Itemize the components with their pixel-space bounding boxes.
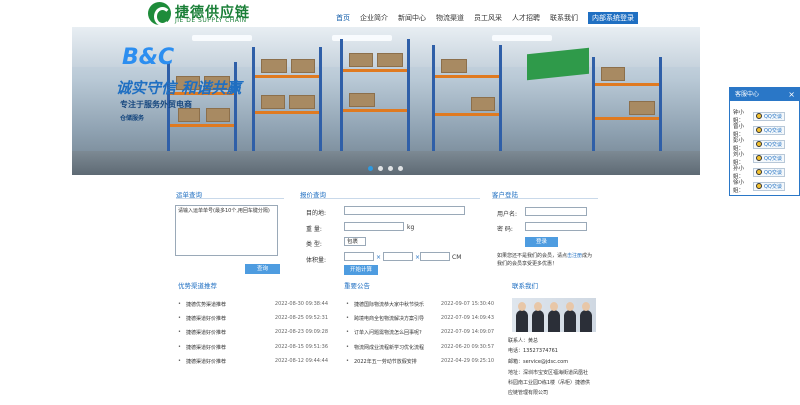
qq-chat-button[interactable]: QQ交谈 xyxy=(753,125,785,135)
warehouse-rack xyxy=(340,39,410,157)
nav-channels[interactable]: 物流渠道 xyxy=(436,13,464,23)
username-label: 用户名: xyxy=(497,211,518,218)
contact-title: 联系我们 xyxy=(512,282,538,290)
volume-width-input[interactable] xyxy=(383,252,413,261)
waybill-query-button[interactable]: 查询 xyxy=(245,264,280,274)
volume-label: 体积量: xyxy=(306,257,327,264)
carousel-dot[interactable] xyxy=(378,166,383,171)
banner-subtitle-2: 仓储服务 xyxy=(120,115,145,122)
logo-mark-icon xyxy=(148,2,171,26)
password-input[interactable] xyxy=(525,222,587,231)
customer-login-button[interactable]: 登录 xyxy=(525,237,558,247)
channel-item[interactable]: • 捷德渠道好价推荐 2022-08-23 09:09:28 xyxy=(178,327,328,337)
contact-address-line: 科园南工业园D栋1楼（吊柜）捷德供 xyxy=(508,380,591,386)
warehouse-rack xyxy=(252,47,322,157)
qq-chat-button[interactable]: QQ交谈 xyxy=(753,139,785,149)
qq-chat-button[interactable]: QQ交谈 xyxy=(753,181,785,191)
contact-email[interactable]: 邮箱：service@jdsc.com xyxy=(508,358,568,365)
hero-banner[interactable]: B&C 诚实守信 和谐共赢 专注于服务外贸电商 仓储服务 xyxy=(72,27,700,175)
password-label: 密 码: xyxy=(497,226,513,233)
type-select[interactable]: 包裹 xyxy=(344,237,366,246)
register-note-prefix: 如果您还不是我们的会员，请点 xyxy=(497,253,568,259)
internal-login-button[interactable]: 内部系统登录 xyxy=(588,12,638,24)
channel-item[interactable]: • 捷德优势渠道推荐 2022-08-30 09:38:44 xyxy=(178,299,328,309)
nav-about[interactable]: 企业简介 xyxy=(360,13,388,23)
site-header: 捷德供应链 JIE DE SUPPLY CHAIN 首页 企业简介 新闻中心 物… xyxy=(0,0,800,27)
carousel-dot[interactable] xyxy=(388,166,393,171)
channel-item[interactable]: • 捷德渠道好价推荐 2022-08-25 09:52:31 xyxy=(178,313,328,323)
carousel-dot[interactable] xyxy=(368,166,373,171)
times-sign: × xyxy=(376,254,382,261)
qq-chat-button[interactable]: QQ交谈 xyxy=(753,167,785,177)
notice-item[interactable]: • 物流网成业流程新学习优化流程 2022-06-20 09:30:57 xyxy=(346,342,494,352)
volume-length-input[interactable] xyxy=(344,252,374,261)
logo-english-name: JIE DE SUPPLY CHAIN xyxy=(175,17,247,24)
type-label: 类 型: xyxy=(306,241,322,248)
ceiling-light xyxy=(492,35,552,41)
service-header: 客服中心 × xyxy=(730,88,799,101)
service-title: 客服中心 xyxy=(735,91,760,98)
nav-news[interactable]: 新闻中心 xyxy=(398,13,426,23)
notice-item[interactable]: • 订单入问题需物流怎么回事呢? 2022-07-09 14:09:07 xyxy=(346,327,494,337)
nav-home[interactable]: 首页 xyxy=(336,13,350,23)
warehouse-rack xyxy=(592,57,662,157)
qq-chat-button[interactable]: QQ交谈 xyxy=(753,111,785,121)
register-note: 如果您还不是我们的会员，请点击注册成为我们的会员享受更多优惠！ xyxy=(497,252,597,268)
qq-icon xyxy=(756,113,762,119)
notice-item[interactable]: • 2022年五一劳动节放假安排 2022-04-29 09:25:10 xyxy=(346,356,494,366)
notices-title: 重要公告 xyxy=(344,282,370,290)
main-nav: 首页 企业简介 新闻中心 物流渠道 员工风采 人才招聘 联系我们 内部系统登录 xyxy=(336,12,638,24)
qq-chat-button[interactable]: QQ交谈 xyxy=(753,153,785,163)
ceiling-light xyxy=(192,35,252,41)
close-icon[interactable]: × xyxy=(788,88,795,101)
contact-staff-photo xyxy=(512,298,596,332)
waybill-input[interactable]: 请输入运单单号(最多10个,用回车键分隔) xyxy=(175,205,278,256)
calculate-button[interactable]: 开始计算 xyxy=(344,265,378,275)
nav-contact[interactable]: 联系我们 xyxy=(550,13,578,23)
site-logo[interactable]: 捷德供应链 JIE DE SUPPLY CHAIN xyxy=(148,2,288,26)
banner-floor xyxy=(72,151,700,175)
qq-icon xyxy=(756,183,762,189)
customer-login-title: 客户登陆 xyxy=(492,189,598,199)
volume-unit: CM xyxy=(452,254,462,261)
qq-icon xyxy=(756,169,762,175)
channel-item[interactable]: • 捷德渠道好价推荐 2022-08-12 09:44:44 xyxy=(178,356,328,366)
warehouse-rack xyxy=(432,45,502,157)
customer-service-widget: 客服中心 × 钟小姐： QQ交谈 曾小姐： QQ交谈 彭小姐： QQ交谈 刘小姐… xyxy=(729,87,800,196)
weight-input[interactable] xyxy=(344,222,404,231)
contact-address-line: 应链管理有限公司 xyxy=(508,390,549,396)
qq-icon xyxy=(756,141,762,147)
username-input[interactable] xyxy=(525,207,587,216)
banner-slogan: 诚实守信 和谐共赢 xyxy=(116,79,242,97)
contact-person: 联系人：黄总 xyxy=(508,338,539,344)
carousel-dots xyxy=(368,166,403,171)
qq-icon xyxy=(756,127,762,133)
carousel-dot[interactable] xyxy=(398,166,403,171)
service-agent-row: 徐小姐： QQ交谈 xyxy=(733,178,785,194)
weight-unit: kg xyxy=(407,224,415,231)
destination-input[interactable] xyxy=(344,206,465,215)
nav-staff[interactable]: 员工风采 xyxy=(474,13,502,23)
weight-label: 重 量: xyxy=(306,226,322,233)
quote-title: 报价查询 xyxy=(300,189,480,199)
nav-jobs[interactable]: 人才招聘 xyxy=(512,13,540,23)
qq-icon xyxy=(756,155,762,161)
register-link[interactable]: 击注册 xyxy=(567,253,582,259)
contact-phone: 电话：13527374761 xyxy=(508,348,558,354)
warehouse-sign xyxy=(527,47,589,81)
channels-title: 优势渠道推荐 xyxy=(178,282,217,290)
channel-item[interactable]: • 捷德渠道好价推荐 2022-08-15 09:51:36 xyxy=(178,342,328,352)
banner-subtitle: 专注于服务外贸电商 xyxy=(120,100,192,109)
volume-height-input[interactable] xyxy=(420,252,450,261)
banner-brand: B&C xyxy=(122,45,175,70)
destination-label: 目的地: xyxy=(306,210,327,217)
notice-item[interactable]: • 跨境电商全包物流解决方案引导 2022-07-09 14:09:43 xyxy=(346,313,494,323)
waybill-title: 运单查询 xyxy=(176,189,284,199)
contact-address-line: 地址：深圳市宝安区福海街道凤凰社 xyxy=(508,370,589,376)
notice-item[interactable]: • 捷德国际物流恭大家中秋节快乐 2022-09-07 15:30:40 xyxy=(346,299,494,309)
